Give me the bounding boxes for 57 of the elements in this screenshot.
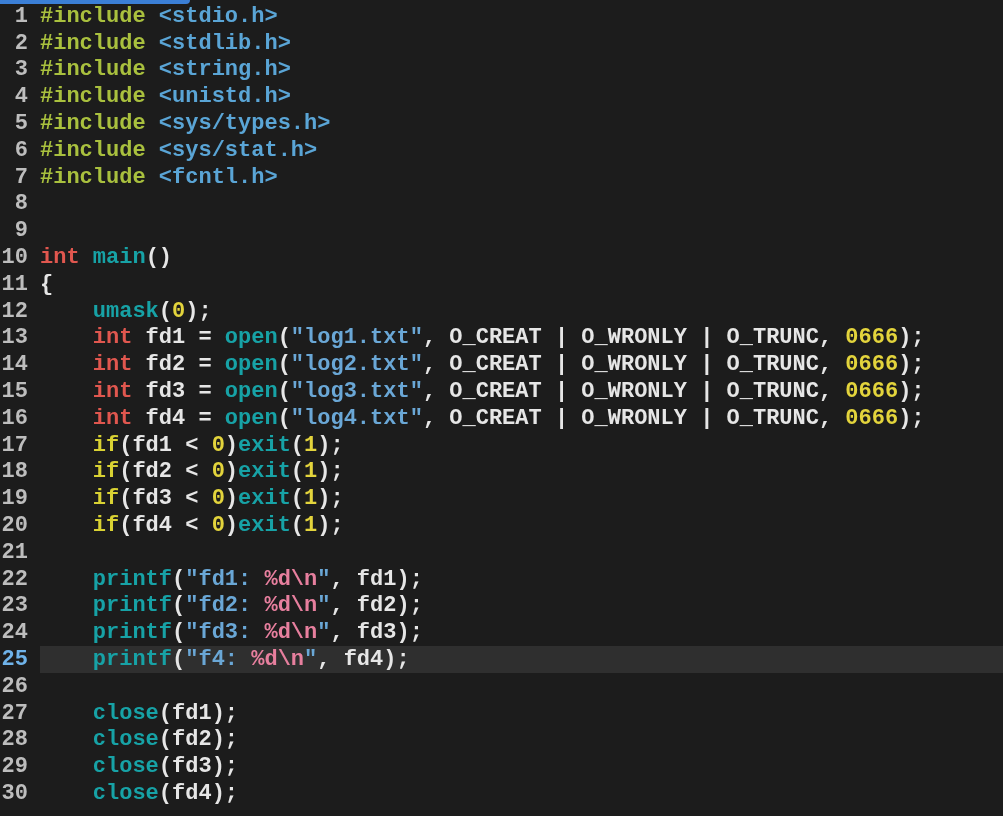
code-line: printf("fd3: %d\n", fd3); — [91, 620, 423, 646]
code-line: #include <stdio.h> — [40, 3, 278, 29]
line-number: 3 — [13, 57, 29, 83]
code-line: printf("fd2: %d\n", fd2); — [91, 593, 423, 619]
line-number: 8 — [13, 191, 29, 217]
line-number: 9 — [13, 218, 29, 244]
line-number: 4 — [13, 84, 29, 110]
code-line: int main() — [40, 245, 173, 271]
line-number: 28 — [0, 727, 29, 753]
code-line: #include <sys/stat.h> — [40, 137, 318, 163]
line-number: 18 — [0, 459, 29, 485]
line-number: 19 — [0, 486, 29, 512]
line-number: 22 — [0, 566, 29, 592]
line-number: 29 — [0, 754, 29, 780]
line-number: 26 — [0, 673, 29, 699]
line-number: 10 — [0, 245, 29, 271]
code-line: #include <fcntl.h> — [40, 164, 278, 190]
line-number: 16 — [0, 405, 29, 431]
line-number: 24 — [0, 620, 29, 646]
code-line: if(fd3 < 0)exit(1); — [91, 486, 344, 512]
code-line: umask(0); — [91, 298, 212, 324]
line-number: 11 — [0, 271, 29, 297]
line-number: 25 — [0, 647, 29, 672]
code-line: if(fd2 < 0)exit(1); — [91, 459, 344, 485]
line-number: 27 — [0, 700, 29, 726]
line-number: 7 — [13, 164, 29, 190]
code-line: close(fd3); — [91, 754, 239, 780]
code-line: #include <stdlib.h> — [40, 30, 291, 56]
code-line: int fd1 = open("log1.txt", O_CREAT | O_WRONLY | O_TRUNC, 0666); — [91, 325, 925, 351]
line-number: 1 — [13, 3, 29, 29]
code-line: printf("f4: %d\n", fd4); — [91, 647, 410, 672]
code-line: int fd2 = open("log2.txt", O_CREAT | O_WRONLY | O_TRUNC, 0666); — [91, 352, 925, 378]
code-line: close(fd4); — [91, 781, 239, 806]
code-line: int fd4 = open("log4.txt", O_CREAT | O_WRONLY | O_TRUNC, 0666); — [91, 405, 925, 431]
line-number: 6 — [13, 137, 29, 163]
code-line: #include <string.h> — [40, 57, 291, 83]
line-number: 21 — [0, 539, 29, 565]
code-line: printf("fd1: %d\n", fd1); — [91, 566, 423, 592]
code-line: #include <unistd.h> — [40, 84, 291, 110]
code-line: if(fd1 < 0)exit(1); — [91, 432, 344, 458]
line-number: 15 — [0, 379, 29, 405]
code-line: int fd3 = open("log3.txt", O_CREAT | O_WRONLY | O_TRUNC, 0666); — [91, 379, 925, 405]
line-number: 20 — [0, 513, 29, 539]
line-number: 5 — [13, 111, 29, 137]
code-line: if(fd4 < 0)exit(1); — [91, 513, 344, 539]
code-line: close(fd2); — [91, 727, 239, 753]
line-number: 14 — [0, 352, 29, 378]
line-number: 23 — [0, 593, 29, 619]
code-line: #include <sys/types.h> — [40, 111, 331, 137]
line-number: 2 — [13, 30, 29, 56]
line-number: 12 — [0, 298, 29, 324]
code-line: close(fd1); — [91, 700, 239, 726]
line-number: 17 — [0, 432, 29, 458]
line-number: 13 — [0, 325, 29, 351]
editor-tab[interactable] — [0, 0, 190, 4]
code-line: { — [40, 271, 54, 297]
line-number: 30 — [0, 781, 29, 806]
